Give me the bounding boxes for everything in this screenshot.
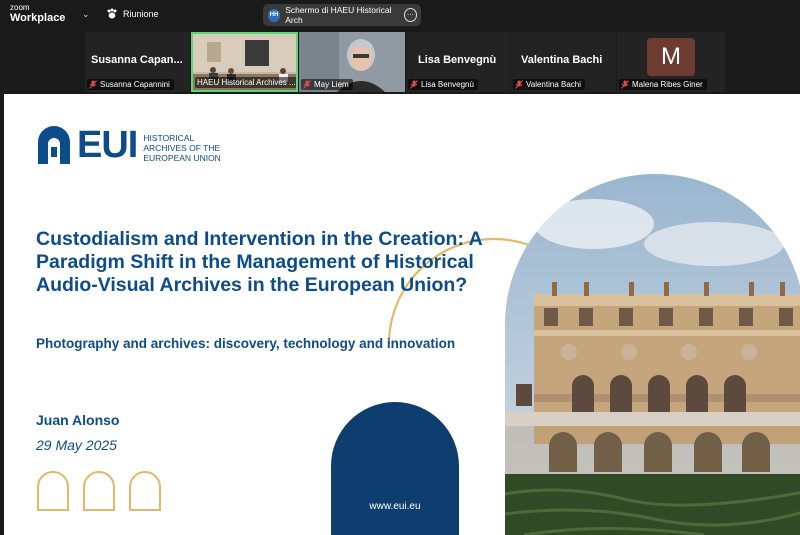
- participant-name-display: Valentina Bachi: [521, 54, 603, 66]
- mic-muted-icon: [515, 80, 523, 89]
- participant-label: May Liem: [301, 79, 353, 90]
- mic-muted-icon: [303, 80, 311, 89]
- slide-subtitle: Photography and archives: discovery, tec…: [36, 336, 456, 351]
- share-label: Schermo di HAEU Historical Arch: [285, 5, 392, 25]
- participant-label: HAEU Historical Archives ...: [195, 77, 296, 88]
- shared-slide: EUI HISTORICAL ARCHIVES OF THE EUROPEAN …: [4, 94, 800, 535]
- zoom-workplace-logo[interactable]: zoom Workplace: [10, 4, 65, 24]
- mic-muted-icon: [621, 80, 629, 89]
- screen-share-indicator[interactable]: HH Schermo di HAEU Historical Arch ⋯: [263, 4, 421, 26]
- participant-strip: Susanna Capan... Susanna Capannini HAEU …: [85, 32, 725, 92]
- zoom-logo-line1: zoom: [10, 3, 30, 12]
- participant-name-display: Susanna Capan...: [91, 54, 183, 66]
- slide-author: Juan Alonso: [36, 412, 120, 428]
- participant-tile[interactable]: May Liem: [299, 32, 405, 92]
- eui-arch-logo-icon: [38, 126, 70, 164]
- zoom-logo-line2: Workplace: [10, 12, 66, 24]
- participant-name-display: Lisa Benvegnù: [418, 54, 497, 66]
- share-avatar-icon: HH: [268, 8, 281, 22]
- slide-title: Custodialism and Intervention in the Cre…: [36, 228, 483, 296]
- eui-logo: EUI HISTORICAL ARCHIVES OF THE EUROPEAN …: [36, 126, 221, 164]
- chevron-down-icon[interactable]: ⌄: [82, 9, 90, 20]
- participant-label: Susanna Capannini: [87, 79, 174, 90]
- eui-logo-subtitle: HISTORICAL ARCHIVES OF THE EUROPEAN UNIO…: [143, 133, 221, 163]
- paw-icon: [107, 8, 117, 19]
- participant-label: Malena Ribes Giner: [619, 79, 707, 90]
- meeting-name: Riunione: [123, 9, 159, 19]
- navy-arch: [331, 402, 459, 535]
- eui-logo-text: EUI: [77, 124, 138, 166]
- mic-muted-icon: [89, 80, 97, 89]
- website-url: www.eui.eu: [369, 501, 421, 512]
- more-options-icon[interactable]: ⋯: [403, 8, 417, 22]
- gold-arches-decoration-icon: [37, 471, 161, 511]
- participant-label: Valentina Bachi: [513, 79, 585, 90]
- participant-tile[interactable]: Susanna Capan... Susanna Capannini: [85, 32, 190, 92]
- participant-label: Lisa Benvegnù: [408, 79, 478, 90]
- participant-tile[interactable]: Lisa Benvegnù Lisa Benvegnù: [406, 32, 510, 92]
- zoom-top-bar: zoom Workplace ⌄ Riunione HH Schermo di …: [0, 0, 800, 32]
- mic-muted-icon: [410, 80, 418, 89]
- participant-avatar: M: [647, 38, 695, 76]
- meeting-info-button[interactable]: Riunione: [106, 8, 159, 20]
- slide-date: 29 May 2025: [36, 437, 117, 453]
- villa-photo: [505, 174, 800, 535]
- participant-tile-active-speaker[interactable]: HAEU Historical Archives ...: [191, 32, 298, 92]
- participant-tile[interactable]: Valentina Bachi Valentina Bachi: [511, 32, 616, 92]
